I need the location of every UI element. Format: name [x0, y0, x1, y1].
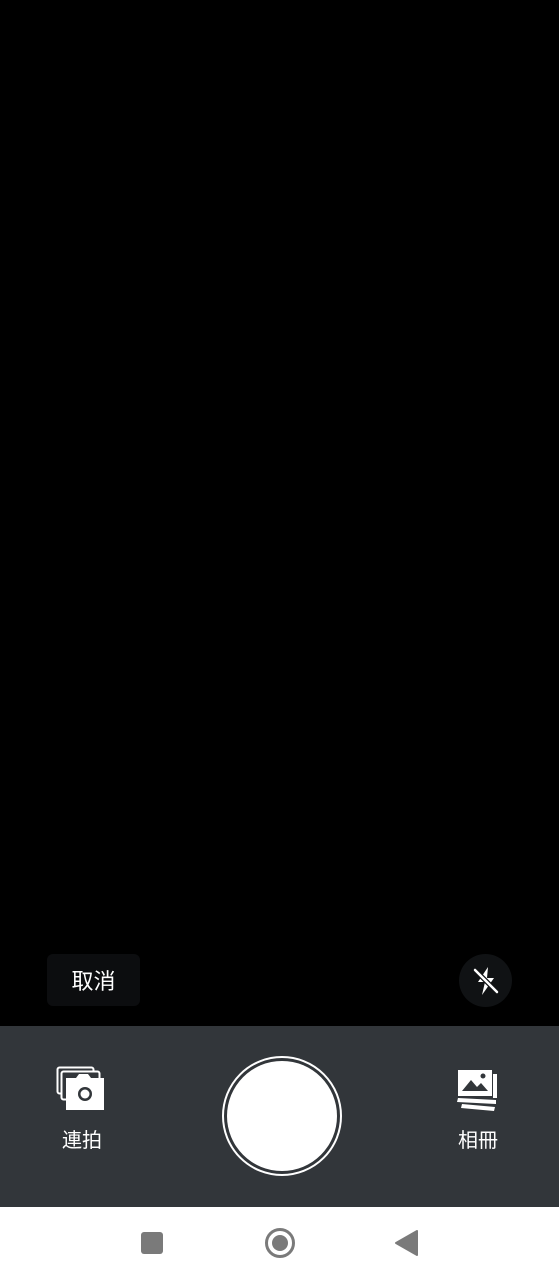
burst-mode-button[interactable]: 連拍 — [34, 1066, 130, 1166]
shutter-inner-circle — [227, 1061, 337, 1171]
camera-screen: 取消 連拍 相冊 — [0, 0, 559, 1280]
camera-viewfinder[interactable] — [0, 0, 559, 1026]
cancel-button[interactable]: 取消 — [47, 954, 140, 1006]
photo-stack-icon — [457, 1070, 497, 1111]
circle-icon — [265, 1228, 295, 1258]
triangle-back-icon — [395, 1230, 418, 1256]
nav-home-button[interactable] — [262, 1225, 298, 1261]
flash-off-icon — [472, 966, 499, 995]
flash-toggle-button[interactable] — [459, 954, 512, 1007]
album-button[interactable]: 相冊 — [430, 1066, 526, 1166]
cancel-label: 取消 — [71, 970, 116, 995]
nav-recents-button[interactable] — [134, 1225, 170, 1261]
shutter-button[interactable] — [222, 1056, 342, 1176]
album-label: 相冊 — [458, 1128, 498, 1152]
square-icon — [141, 1232, 163, 1254]
burst-mode-label: 連拍 — [62, 1128, 102, 1152]
burst-camera-icon — [56, 1066, 104, 1110]
nav-back-button[interactable] — [388, 1225, 424, 1261]
system-navigation-bar — [0, 1207, 559, 1280]
